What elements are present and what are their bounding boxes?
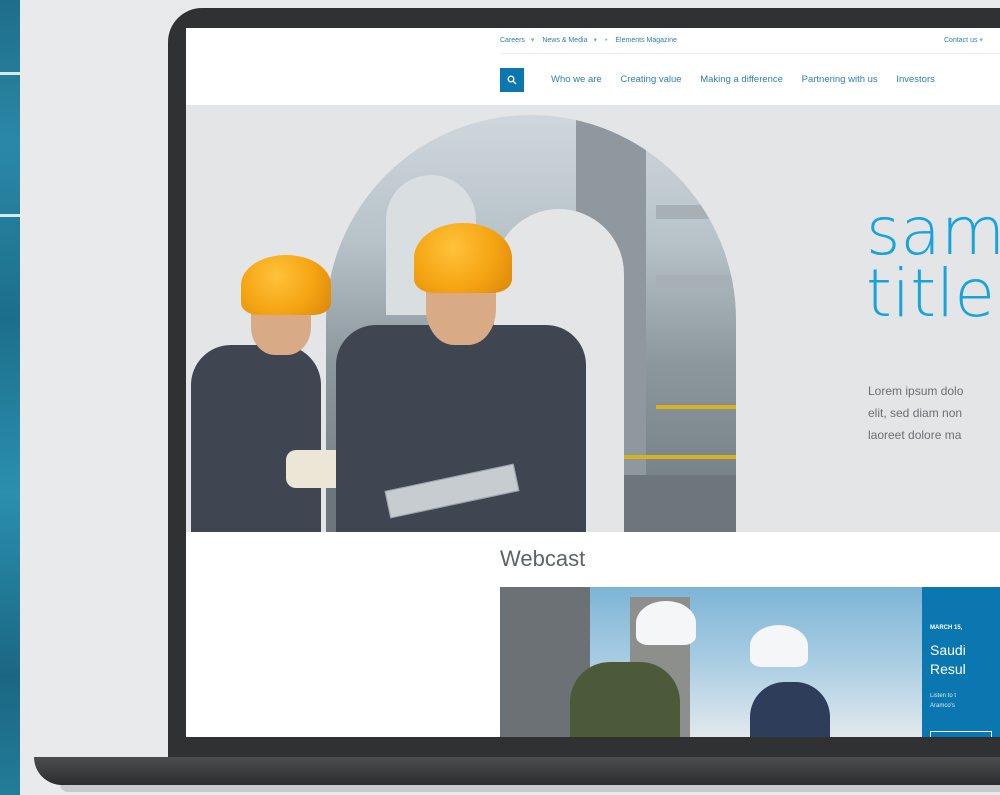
webcast-title-line: Saudi — [930, 642, 966, 658]
hard-hat-icon — [414, 223, 512, 293]
utility-link-news-media[interactable]: News & Media — [542, 37, 587, 44]
chevron-down-icon: ▾ — [979, 37, 983, 44]
worker-jacket — [750, 682, 830, 737]
utility-contact: Contact us ▾ — [944, 36, 983, 44]
chevron-down-icon: ▾ — [593, 37, 598, 44]
hero-title: sam title — [866, 193, 1000, 332]
nav-item-investors[interactable]: Investors — [896, 74, 935, 85]
webcast-description: Listen to t Aramco's — [930, 691, 956, 711]
main-nav: Who we are Creating value Making a diffe… — [551, 74, 951, 85]
nav-item-making-a-difference[interactable]: Making a difference — [700, 74, 783, 85]
hard-hat-icon — [241, 255, 331, 315]
webcast-title: Saudi Resul — [930, 641, 966, 679]
separator-dot: • — [604, 37, 608, 44]
wave-line — [0, 214, 20, 217]
webcast-title-line: Resul — [930, 661, 966, 677]
nav-item-partnering-with-us[interactable]: Partnering with us — [802, 74, 878, 85]
laptop-screen: Careers ▾ News & Media ▾ • Elements Magazi… — [186, 28, 1000, 737]
hero-title-line: title — [866, 255, 996, 332]
hard-hat-icon — [636, 601, 696, 645]
webcast-heading: Webcast — [500, 546, 586, 571]
pipe-horizontal — [656, 275, 736, 287]
webcast-desc-line: Listen to t — [930, 693, 957, 699]
laptop-base-shadow — [60, 784, 1000, 792]
webcast-date: MARCH 15, — [930, 625, 963, 631]
header-divider — [500, 53, 1000, 54]
nav-item-creating-value[interactable]: Creating value — [620, 74, 681, 85]
contact-us-link[interactable]: Contact us — [944, 37, 977, 44]
webcast-desc-line: Aramco's — [930, 703, 955, 709]
hero-body-line: Lorem ipsum dolo — [868, 384, 964, 398]
hard-hat-icon — [750, 625, 808, 667]
nav-item-who-we-are[interactable]: Who we are — [551, 74, 602, 85]
chevron-down-icon: ▾ — [530, 37, 535, 44]
search-button[interactable] — [500, 68, 524, 92]
laptop-base — [34, 757, 1000, 785]
webcast-photo[interactable] — [500, 587, 922, 737]
hero-body-line: elit, sed diam non — [868, 406, 963, 420]
utility-link-careers[interactable]: Careers — [500, 37, 525, 44]
hero-title-line: sam — [866, 193, 1000, 270]
yellow-railing — [656, 405, 736, 409]
utility-nav: Careers ▾ News & Media ▾ • Elements Magazi… — [500, 36, 683, 44]
hero-body-line: laoreet dolore ma — [868, 428, 962, 442]
webcast-button[interactable] — [930, 731, 992, 737]
webcast-card[interactable]: MARCH 15, Saudi Resul Listen to t Aramco… — [922, 587, 1000, 737]
worker-jacket — [570, 662, 680, 737]
utility-link-elements-magazine[interactable]: Elements Magazine — [615, 37, 676, 44]
worker-jacket — [191, 345, 321, 532]
hero-body-text: Lorem ipsum dolo elit, sed diam non laor… — [868, 380, 1000, 446]
hero-section: sam title Lorem ipsum dolo elit, sed dia… — [186, 105, 1000, 532]
search-icon — [507, 75, 517, 85]
pipe-horizontal — [656, 205, 736, 219]
ocean-background — [0, 0, 20, 795]
wave-line — [0, 72, 20, 75]
